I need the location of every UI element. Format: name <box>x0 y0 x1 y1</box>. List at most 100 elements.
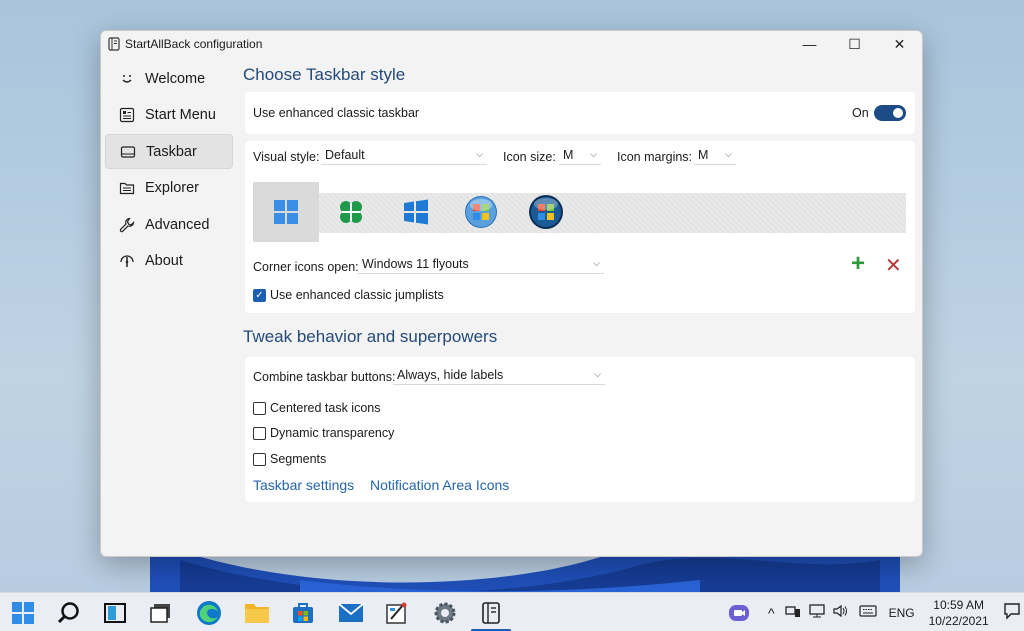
segments-row[interactable]: Segments <box>253 452 326 466</box>
sidebar-item-taskbar[interactable]: Taskbar <box>105 134 233 170</box>
sidebar-item-start-menu[interactable]: Start Menu <box>105 98 233 133</box>
keyboard-icon[interactable] <box>858 605 877 620</box>
jumplists-label: Use enhanced classic jumplists <box>270 288 444 302</box>
taskbar-settings-link[interactable]: Taskbar settings <box>253 477 354 493</box>
start-menu-icon <box>118 106 136 124</box>
jumplists-row[interactable]: ✓ Use enhanced classic jumplists <box>253 288 444 302</box>
config-window: StartAllBack configuration — ☐ ✕ Welcome… <box>100 30 923 557</box>
enhanced-taskbar-toggle[interactable] <box>874 105 906 121</box>
toggle-state-label: On <box>852 106 869 120</box>
visual-style-label: Visual style: <box>253 150 320 164</box>
visual-style-select[interactable]: Default ⌵ <box>321 145 487 165</box>
centered-icons-row[interactable]: Centered task icons <box>253 401 380 415</box>
sidebar-item-label: About <box>145 253 183 270</box>
search-icon[interactable] <box>54 598 84 628</box>
settings-icon[interactable] <box>430 598 460 628</box>
notification-center-icon[interactable] <box>1003 602 1021 623</box>
minimize-button[interactable]: — <box>787 31 832 57</box>
style-option-vista[interactable] <box>513 182 579 242</box>
taskbar-style-picker <box>253 182 906 242</box>
add-style-button[interactable]: + <box>851 250 865 278</box>
taskbar-icon <box>119 143 137 161</box>
style-option-windows11[interactable] <box>253 182 319 242</box>
centered-icons-checkbox[interactable] <box>253 401 266 415</box>
corner-icons-value: Windows 11 flyouts <box>362 256 469 271</box>
section-title-taskbar-style: Choose Taskbar style <box>243 65 406 84</box>
sidebar-item-welcome[interactable]: Welcome <box>105 61 233 96</box>
desktop-icon[interactable] <box>146 598 176 628</box>
main-panel: Choose Taskbar style Use enhanced classi… <box>243 61 915 502</box>
tweak-behavior-card: Combine taskbar buttons: Always, hide la… <box>245 357 915 502</box>
chevron-down-icon: ⌵ <box>590 149 597 159</box>
enhanced-taskbar-label: Use enhanced classic taskbar <box>253 106 420 120</box>
chevron-down-icon: ⌵ <box>593 258 600 268</box>
sidebar-item-label: Welcome <box>145 70 206 87</box>
style-option-windows7[interactable] <box>448 182 514 242</box>
about-icon <box>118 252 136 270</box>
combine-buttons-value: Always, hide labels <box>397 367 504 382</box>
maximize-button[interactable]: ☐ <box>832 31 877 57</box>
section-title-tweak-behavior: Tweak behavior and superpowers <box>243 327 498 346</box>
teams-chat-icon[interactable] <box>724 602 754 624</box>
paint-icon[interactable] <box>382 598 412 628</box>
icon-margins-label: Icon margins: <box>617 150 693 164</box>
icon-margins-value: M <box>698 147 709 162</box>
clock-date: 10/22/2021 <box>928 613 989 628</box>
clover-logo-icon <box>340 201 362 223</box>
file-explorer-icon[interactable] <box>242 598 272 628</box>
icon-size-select[interactable]: M ⌵ <box>559 145 601 165</box>
corner-icons-select[interactable]: Windows 11 flyouts ⌵ <box>358 254 604 274</box>
volume-icon[interactable] <box>832 604 849 621</box>
dynamic-transparency-row[interactable]: Dynamic transparency <box>253 426 394 440</box>
checkbox-label: Dynamic transparency <box>270 426 395 440</box>
startallback-icon[interactable] <box>471 598 511 631</box>
title-bar: StartAllBack configuration — ☐ ✕ <box>101 31 922 57</box>
icon-size-label: Icon size: <box>503 150 556 164</box>
sidebar-item-label: Start Menu <box>145 107 216 124</box>
startallback-app-icon <box>107 37 121 51</box>
visual-style-value: Default <box>325 147 365 162</box>
combine-buttons-label: Combine taskbar buttons: <box>253 370 396 384</box>
windows11-logo-icon <box>274 200 298 224</box>
sidebar-item-advanced[interactable]: Advanced <box>105 207 233 242</box>
clock[interactable]: 10:59 AM 10/22/2021 <box>929 597 989 629</box>
chevron-down-icon: ⌵ <box>476 149 483 159</box>
style-option-clover[interactable] <box>318 182 384 242</box>
notification-area-icons-link[interactable]: Notification Area Icons <box>370 477 509 493</box>
display-icon[interactable] <box>808 604 825 621</box>
sidebar-item-explorer[interactable]: Explorer <box>105 171 233 206</box>
explorer-icon <box>118 179 136 197</box>
chevron-down-icon: ⌵ <box>594 369 601 379</box>
edge-icon[interactable] <box>194 598 224 628</box>
jumplists-checkbox[interactable]: ✓ <box>253 288 266 302</box>
windows-start-icon[interactable] <box>8 598 38 628</box>
style-option-windows10[interactable] <box>383 182 449 242</box>
mail-icon[interactable] <box>336 598 366 628</box>
window-title: StartAllBack configuration <box>125 37 263 51</box>
store-icon[interactable] <box>288 598 318 628</box>
combine-buttons-select[interactable]: Always, hide labels ⌵ <box>393 365 605 385</box>
windows7-orb-icon <box>465 196 497 228</box>
icon-margins-select[interactable]: M ⌵ <box>694 145 736 165</box>
checkbox-label: Centered task icons <box>270 401 381 415</box>
input-language[interactable]: ENG <box>889 606 915 620</box>
close-button[interactable]: ✕ <box>877 31 922 57</box>
corner-icons-label: Corner icons open: <box>253 260 359 274</box>
taskbar-style-card: Visual style: Default ⌵ Icon size: M ⌵ I… <box>245 141 915 313</box>
tray-overflow-chevron[interactable]: ^ <box>768 605 775 621</box>
sidebar-item-about[interactable]: About <box>105 244 233 279</box>
segments-checkbox[interactable] <box>253 452 266 466</box>
sidebar: Welcome Start Menu Taskbar Explorer Adva… <box>105 61 233 281</box>
system-tray: ^ ENG 10:59 AM 10/22/2021 <box>724 593 1021 631</box>
dynamic-transparency-checkbox[interactable] <box>253 426 266 440</box>
enhanced-taskbar-card: Use enhanced classic taskbar On <box>245 92 915 134</box>
clock-time: 10:59 AM <box>933 597 984 612</box>
smile-icon <box>118 70 136 88</box>
sidebar-item-label: Advanced <box>145 216 210 233</box>
task-view-icon[interactable] <box>100 598 130 628</box>
network-icon[interactable] <box>784 604 801 621</box>
checkbox-label: Segments <box>270 452 327 466</box>
remove-style-button[interactable]: ✕ <box>885 253 902 278</box>
wrench-icon <box>118 216 136 234</box>
sidebar-item-label: Taskbar <box>146 143 197 160</box>
